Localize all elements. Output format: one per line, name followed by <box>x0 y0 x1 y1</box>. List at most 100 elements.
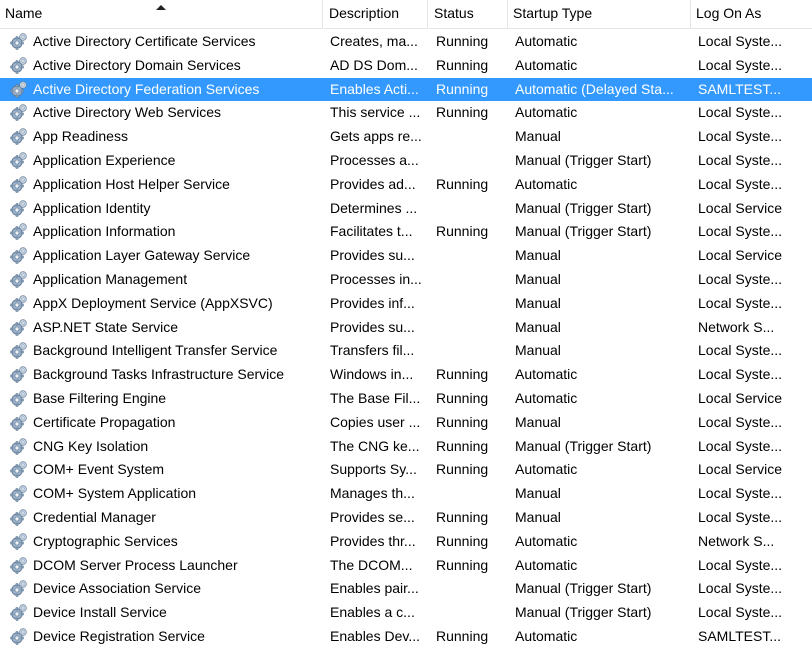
table-row[interactable]: DCOM Server Process Launcher The DCOM...… <box>0 554 812 578</box>
service-description: Facilitates t... <box>330 223 413 240</box>
service-name-cell: COM+ System Application <box>10 482 322 506</box>
service-status <box>436 577 508 601</box>
table-row[interactable]: Device Install Service Enables a c... Ma… <box>0 601 812 625</box>
service-log-on-as: Local Syste... <box>698 508 783 525</box>
table-row[interactable]: Application Layer Gateway Service Provid… <box>0 244 812 268</box>
table-row[interactable]: Active Directory Certificate Services Cr… <box>0 30 812 54</box>
service-log-on-as: Local Syste... <box>698 223 783 240</box>
table-row[interactable]: Application Experience Processes a... Ma… <box>0 149 812 173</box>
service-name: Background Tasks Infrastructure Service <box>33 366 285 383</box>
service-log-on-as: SAMLTEST... <box>698 627 781 644</box>
table-row[interactable]: Device Registration Service Enables Dev.… <box>0 625 812 649</box>
service-status <box>436 197 508 221</box>
table-row[interactable]: CNG Key Isolation The CNG ke... Running … <box>0 435 812 459</box>
service-description: Provides thr... <box>330 532 416 549</box>
service-description: Provides inf... <box>330 294 415 311</box>
table-row[interactable]: AppX Deployment Service (AppXSVC) Provid… <box>0 292 812 316</box>
table-row[interactable]: Application Information Facilitates t...… <box>0 220 812 244</box>
table-row[interactable]: Active Directory Federation Services Ena… <box>0 77 812 102</box>
service-startup-type: Manual <box>515 128 561 145</box>
service-startup-type: Manual <box>515 270 561 287</box>
table-row[interactable]: Active Directory Domain Services AD DS D… <box>0 54 812 78</box>
gear-service-icon <box>10 152 27 169</box>
service-startup-type: Manual <box>515 508 561 525</box>
service-name-cell: Device Registration Service <box>10 625 322 649</box>
table-row[interactable]: Application Identity Determines ... Manu… <box>0 197 812 221</box>
table-row[interactable]: COM+ System Application Manages th... Ma… <box>0 482 812 506</box>
service-status: Running <box>436 508 489 525</box>
service-startup-type: Manual <box>515 485 561 502</box>
service-startup-type: Manual <box>515 294 561 311</box>
service-name-cell: Active Directory Domain Services <box>10 54 322 78</box>
gear-service-icon <box>10 509 27 526</box>
service-status: Running <box>436 33 489 49</box>
table-row[interactable]: COM+ Event System Supports Sy... Running… <box>0 458 812 482</box>
service-description: Determines ... <box>330 199 418 216</box>
service-startup-type: Automatic <box>515 627 578 644</box>
service-name-cell: Certificate Propagation <box>10 411 322 435</box>
service-startup-type: Manual (Trigger Start) <box>515 151 652 168</box>
service-name: DCOM Server Process Launcher <box>33 556 238 573</box>
table-row[interactable]: Background Tasks Infrastructure Service … <box>0 363 812 387</box>
service-description: Creates, ma... <box>330 33 418 49</box>
table-row[interactable]: Cryptographic Services Provides thr... R… <box>0 530 812 554</box>
table-row[interactable]: Device Association Service Enables pair.… <box>0 577 812 601</box>
gear-service-icon <box>10 413 27 431</box>
table-row[interactable]: Credential Manager Provides se... Runnin… <box>0 506 812 530</box>
service-status <box>436 125 508 149</box>
service-status <box>436 292 508 316</box>
service-name-cell: Device Install Service <box>10 601 322 625</box>
gear-service-icon <box>10 247 27 264</box>
column-header-row: Name Description Status Startup Type Log… <box>0 0 812 30</box>
table-row[interactable]: ASP.NET State Service Provides su... Man… <box>0 316 812 340</box>
column-header-name[interactable]: Name <box>0 0 323 29</box>
service-status <box>436 316 508 340</box>
column-header-log-on-as-label: Log On As <box>696 5 762 21</box>
service-status: Running <box>436 104 489 121</box>
service-startup-type: Manual <box>515 318 561 335</box>
service-startup-type: Manual (Trigger Start) <box>515 437 652 454</box>
service-name: Application Layer Gateway Service <box>33 247 251 264</box>
table-row[interactable]: Application Host Helper Service Provides… <box>0 173 812 197</box>
service-name: Certificate Propagation <box>33 413 176 430</box>
service-status: Running <box>436 627 489 644</box>
column-header-description[interactable]: Description <box>324 0 428 29</box>
service-description: Provides su... <box>330 247 415 264</box>
service-startup-type: Automatic <box>515 532 578 549</box>
table-row[interactable]: Active Directory Web Services This servi… <box>0 101 812 125</box>
service-log-on-as: Local Service <box>698 389 783 406</box>
service-name-cell: Cryptographic Services <box>10 530 322 554</box>
column-header-log-on-as[interactable]: Log On As <box>691 0 812 29</box>
service-description: This service ... <box>330 104 421 121</box>
table-row[interactable]: Application Management Processes in... M… <box>0 268 812 292</box>
table-row[interactable]: Certificate Propagation Copies user ... … <box>0 411 812 435</box>
service-log-on-as: Local Syste... <box>698 33 783 49</box>
service-status: Running <box>436 223 489 240</box>
service-description: The DCOM... <box>330 556 413 573</box>
service-name-cell: DCOM Server Process Launcher <box>10 554 322 578</box>
column-header-status[interactable]: Status <box>429 0 508 29</box>
sort-ascending-icon <box>156 5 166 10</box>
service-status <box>436 339 508 363</box>
service-description: Processes a... <box>330 151 419 168</box>
gear-service-icon <box>10 128 27 145</box>
gear-service-icon <box>10 176 27 193</box>
service-log-on-as: Network S... <box>698 532 775 549</box>
table-row[interactable]: Base Filtering Engine The Base Fil... Ru… <box>0 387 812 411</box>
gear-service-icon <box>10 342 27 360</box>
column-header-startup-type[interactable]: Startup Type <box>508 0 691 29</box>
service-status <box>436 149 508 173</box>
service-name: Cryptographic Services <box>33 532 178 549</box>
service-startup-type: Manual <box>515 247 561 264</box>
gear-service-icon <box>10 437 27 455</box>
table-row[interactable]: Background Intelligent Transfer Service … <box>0 339 812 363</box>
service-startup-type: Manual <box>515 413 561 430</box>
table-row[interactable]: App Readiness Gets apps re... Manual Loc… <box>0 125 812 149</box>
service-startup-type: Manual (Trigger Start) <box>515 223 652 240</box>
gear-service-icon <box>10 295 27 312</box>
service-name-cell: Background Intelligent Transfer Service <box>10 339 322 363</box>
service-description: The CNG ke... <box>330 437 420 454</box>
service-startup-type: Manual (Trigger Start) <box>515 199 652 216</box>
service-description: Enables Acti... <box>330 80 419 97</box>
service-startup-type: Manual (Trigger Start) <box>515 604 652 621</box>
